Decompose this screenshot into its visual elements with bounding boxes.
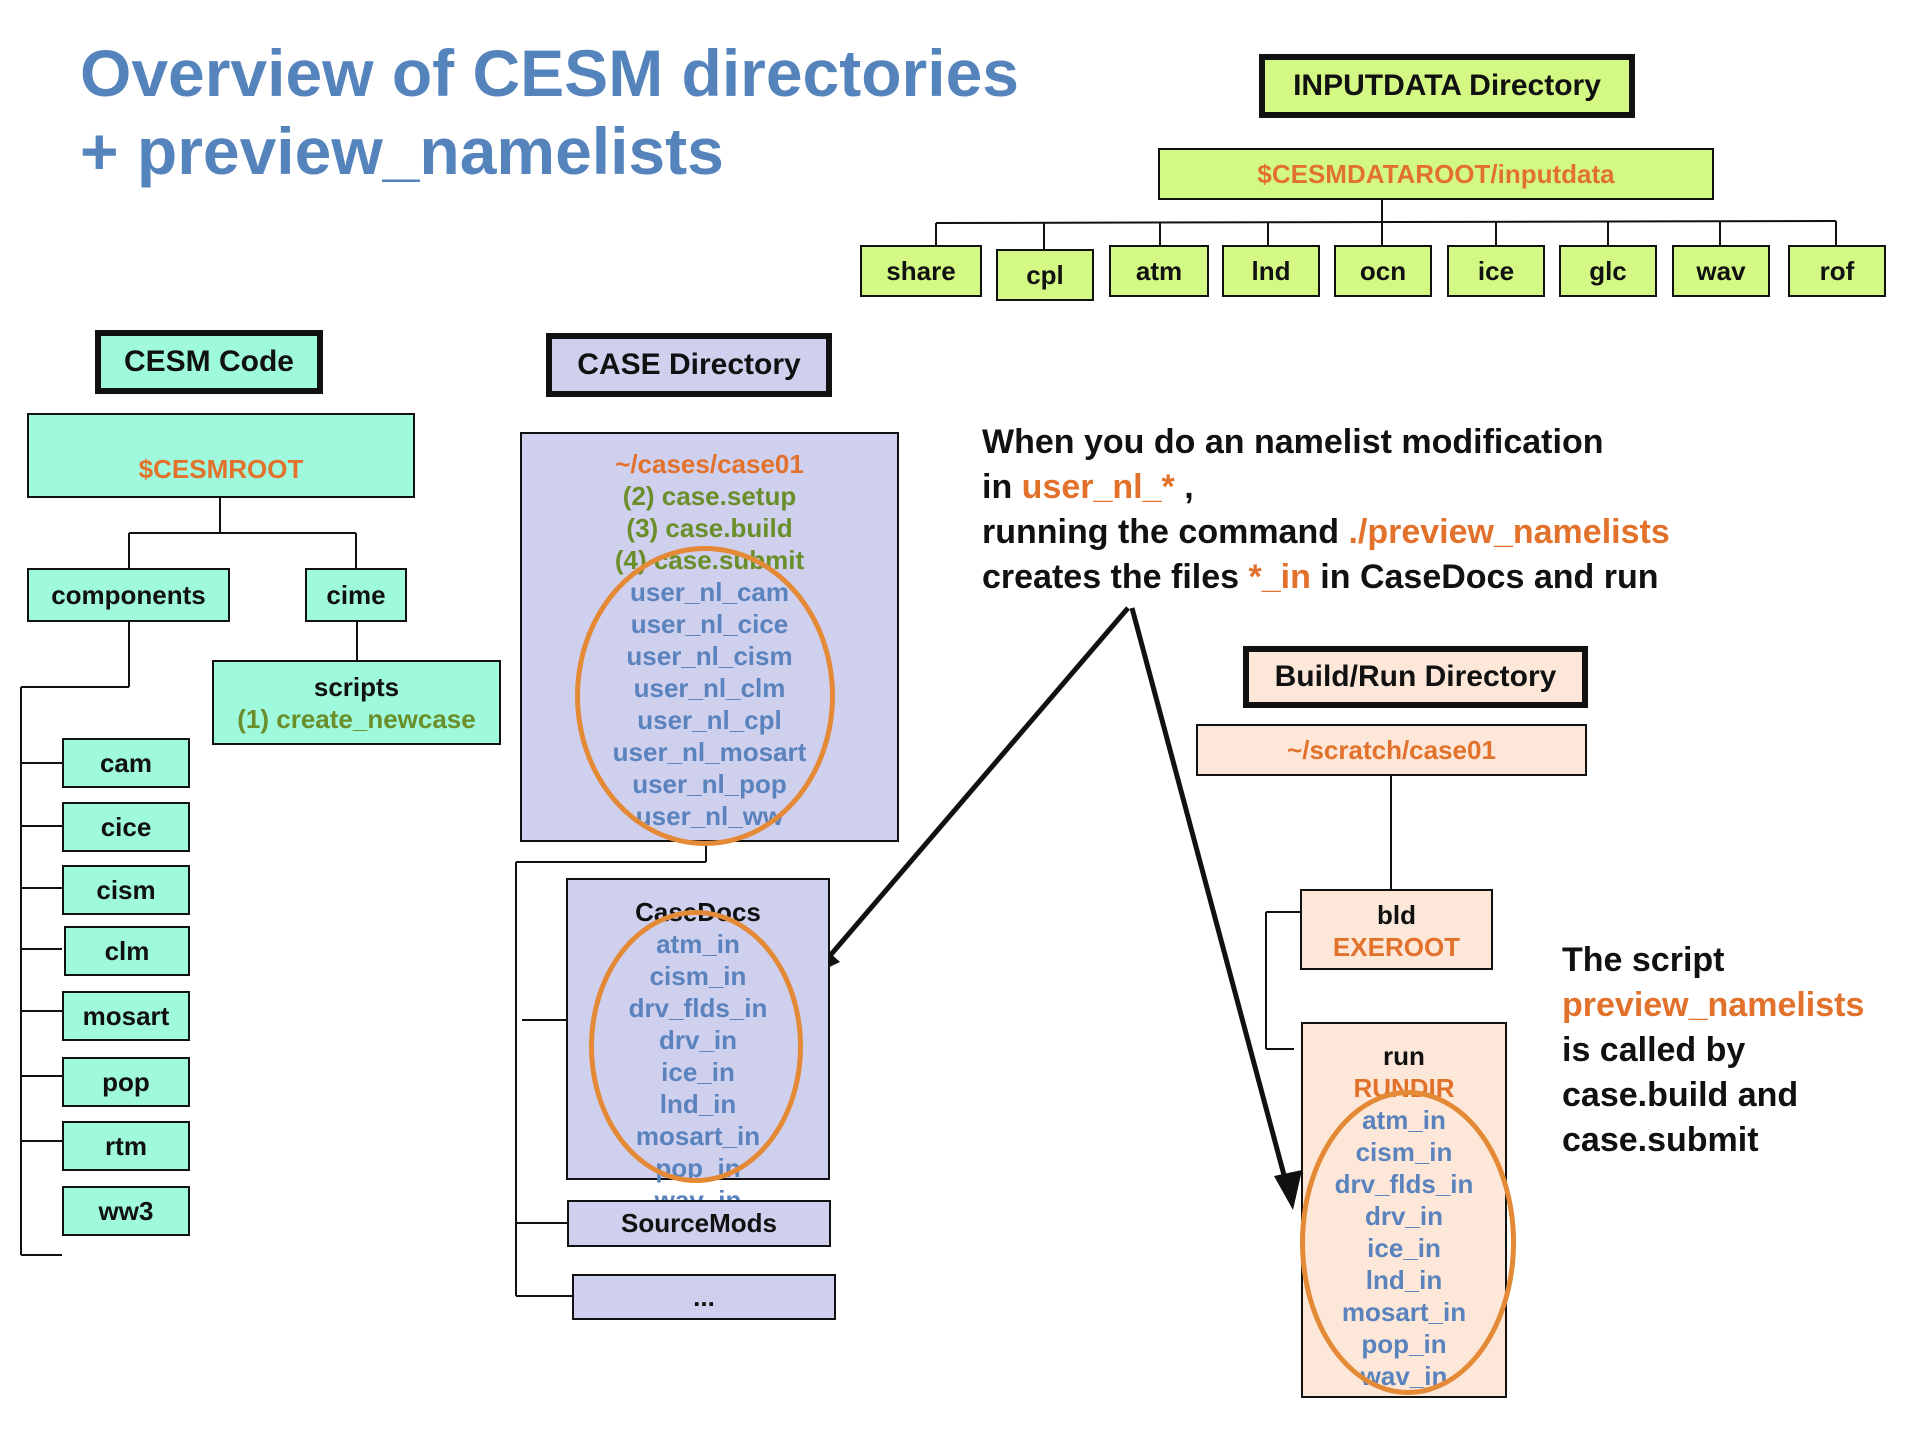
component-label: rtm [105, 1130, 147, 1161]
sourcemods-label: SourceMods [620, 1208, 778, 1238]
note-line: The script [1562, 941, 1725, 979]
child-label: ice [1477, 255, 1515, 286]
child-label: wav [1696, 255, 1746, 286]
case-root-label: ~/cases/case01 [615, 449, 804, 479]
component-box[interactable]: rtm [62, 1121, 190, 1171]
case-step: (2) case.setup [622, 481, 797, 511]
run-label: run [1383, 1041, 1425, 1071]
note-line: is called by [1562, 1031, 1746, 1069]
component-box[interactable]: ww3 [62, 1186, 190, 1236]
scratch-root-label: ~/scratch/case01 [1287, 734, 1496, 765]
casedocs-highlight-ellipse [589, 910, 803, 1183]
scratch-root-box[interactable]: ~/scratch/case01 [1196, 724, 1587, 776]
more-box[interactable]: ... [572, 1274, 836, 1320]
run-highlight-ellipse [1300, 1090, 1516, 1395]
buildrun-header-label: Build/Run Directory [1274, 660, 1557, 693]
arrow-head-run [1274, 1170, 1302, 1210]
note-text: in [982, 468, 1022, 506]
child-label: share [886, 255, 956, 286]
component-label: cice [100, 811, 152, 842]
note-highlight: ./preview_namelists [1348, 513, 1670, 551]
child-label: rof [1819, 255, 1855, 286]
cesm-code-header: CESM Code [95, 330, 323, 394]
component-box[interactable]: mosart [62, 991, 190, 1041]
component-label: cism [96, 874, 156, 905]
user-nl-highlight-ellipse [575, 546, 835, 846]
buildrun-header: Build/Run Directory [1243, 646, 1588, 708]
components-label: components [51, 579, 206, 610]
component-box[interactable]: pop [62, 1057, 190, 1107]
note-line: in user_nl_* , [982, 465, 1670, 510]
note-highlight: user_nl_* [1021, 468, 1175, 506]
case-dir-header-label: CASE Directory [577, 348, 801, 381]
note-line: case.submit [1562, 1121, 1759, 1159]
component-label: cam [99, 747, 153, 778]
child-label: cpl [1026, 259, 1064, 290]
component-label: pop [102, 1066, 150, 1097]
namelist-note: When you do an namelist modification in … [982, 420, 1670, 600]
note-line: When you do an namelist modification [982, 423, 1604, 461]
cesm-code-header-label: CESM Code [123, 345, 294, 378]
page-title: Overview of CESM directories + preview_n… [80, 34, 1019, 190]
components-box[interactable]: components [27, 568, 230, 622]
child-label: glc [1589, 255, 1627, 286]
case-step: (3) case.build [626, 513, 793, 543]
inputdata-child[interactable]: lnd [1222, 245, 1320, 297]
child-label: lnd [1251, 255, 1291, 286]
inputdata-child[interactable]: share [860, 245, 982, 297]
note-highlight: preview_namelists [1562, 986, 1865, 1024]
note-text: in CaseDocs and run [1310, 558, 1659, 596]
child-label: atm [1135, 255, 1183, 286]
title-line-1: Overview of CESM directories [80, 36, 1019, 110]
component-label: mosart [82, 1000, 170, 1031]
inputdata-header: INPUTDATA Directory [1259, 54, 1635, 118]
component-box[interactable]: cice [62, 802, 190, 852]
note-text: creates the files [982, 558, 1249, 596]
title-line-2: + preview_namelists [80, 114, 724, 188]
inputdata-child[interactable]: ice [1447, 245, 1545, 297]
case-dir-header: CASE Directory [546, 333, 832, 397]
note-line: creates the files *_in in CaseDocs and r… [982, 555, 1670, 600]
note-text: running the command [982, 513, 1349, 551]
cesmroot-box[interactable]: $CESMROOT [27, 413, 415, 498]
inputdata-header-label: INPUTDATA Directory [1293, 69, 1601, 102]
component-label: clm [104, 935, 150, 966]
exeroot-label: EXEROOT [1332, 932, 1461, 962]
cesmroot-label: $CESMROOT [138, 454, 304, 484]
scripts-box[interactable]: scripts (1) create_newcase [212, 660, 501, 745]
child-label: ocn [1359, 255, 1407, 286]
bld-label: bld [1377, 900, 1416, 930]
inputdata-child[interactable]: ocn [1334, 245, 1432, 297]
bld-box[interactable]: bld EXEROOT [1300, 889, 1493, 970]
cime-box[interactable]: cime [305, 568, 407, 622]
component-label: ww3 [98, 1195, 154, 1226]
inputdata-child[interactable]: glc [1559, 245, 1657, 297]
note-highlight: *_in [1248, 558, 1311, 596]
inputdata-child[interactable]: wav [1672, 245, 1770, 297]
inputdata-child[interactable]: atm [1109, 245, 1209, 297]
inputdata-child[interactable]: rof [1788, 245, 1886, 297]
preview-script-note: The script preview_namelists is called b… [1562, 938, 1864, 1163]
inputdata-root-label: $CESMDATAROOT/inputdata [1257, 158, 1615, 189]
note-text: , [1174, 468, 1194, 506]
note-line: case.build and [1562, 1076, 1799, 1114]
cime-label: cime [326, 579, 386, 610]
more-label: ... [693, 1281, 715, 1312]
component-box[interactable]: cam [62, 738, 190, 788]
note-line: running the command ./preview_namelists [982, 510, 1670, 555]
scripts-label: scripts [313, 672, 400, 702]
inputdata-root[interactable]: $CESMDATAROOT/inputdata [1158, 148, 1714, 200]
component-box[interactable]: clm [64, 926, 190, 976]
inputdata-bus [935, 220, 1837, 224]
create-newcase-step: (1) create_newcase [237, 704, 476, 734]
inputdata-child[interactable]: cpl [996, 249, 1094, 301]
component-box[interactable]: cism [62, 865, 190, 915]
sourcemods-box[interactable]: SourceMods [567, 1200, 831, 1247]
